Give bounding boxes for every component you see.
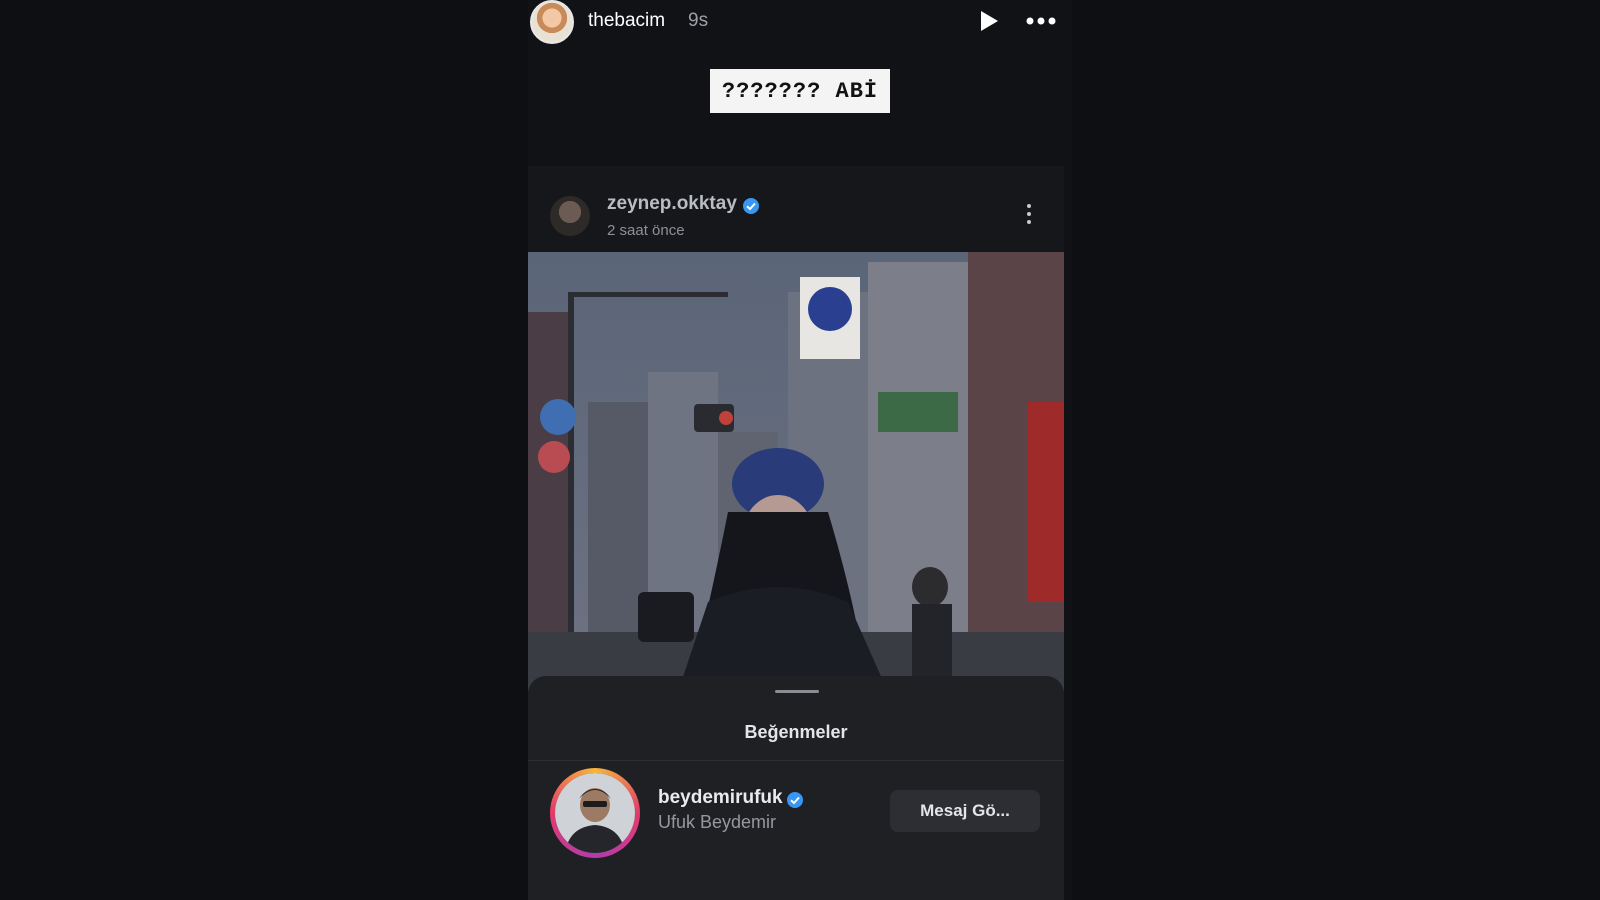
liker-full-name: Ufuk Beydemir [658,812,777,832]
story-caption-sticker: ??????? ABİ [710,69,890,113]
post-photo[interactable] [528,252,1064,692]
message-button[interactable]: Mesaj Gö... [890,790,1040,832]
avatar-story-ring[interactable] [550,768,640,858]
list-item[interactable]: beydemirufuk Ufuk Beydemir Mesaj Gö... [528,768,1064,858]
likes-sheet-title: Beğenmeler [744,722,848,742]
play-icon[interactable] [978,10,1000,32]
shared-post-card[interactable]: zeynep.okktay 2 saat önce Beğenmeler bey… [528,166,1064,900]
liker-username[interactable]: beydemirufuk [658,787,783,809]
sheet-drag-handle[interactable] [775,690,819,693]
street-scene-image [528,252,1064,692]
verified-badge-icon [743,198,759,214]
story-header: thebacim 9s [528,0,1072,44]
post-menu-icon[interactable] [1026,202,1032,226]
post-author-username[interactable]: zeynep.okktay [607,193,737,215]
story-author-avatar[interactable] [530,0,574,44]
avatar [555,773,635,853]
more-options-icon[interactable] [1024,8,1058,34]
likes-bottom-sheet: Beğenmeler beydemirufuk Ufuk Beydemir Me… [528,676,1064,900]
divider [528,760,1064,761]
post-timestamp: 2 saat önce [607,222,685,239]
post-author-avatar[interactable] [550,196,590,236]
verified-badge-icon [787,792,803,808]
story-timestamp: 9s [688,10,709,31]
story-viewer: thebacim 9s ??????? ABİ zeynep.okktay 2 … [528,0,1072,900]
story-author-username[interactable]: thebacim [588,10,665,32]
